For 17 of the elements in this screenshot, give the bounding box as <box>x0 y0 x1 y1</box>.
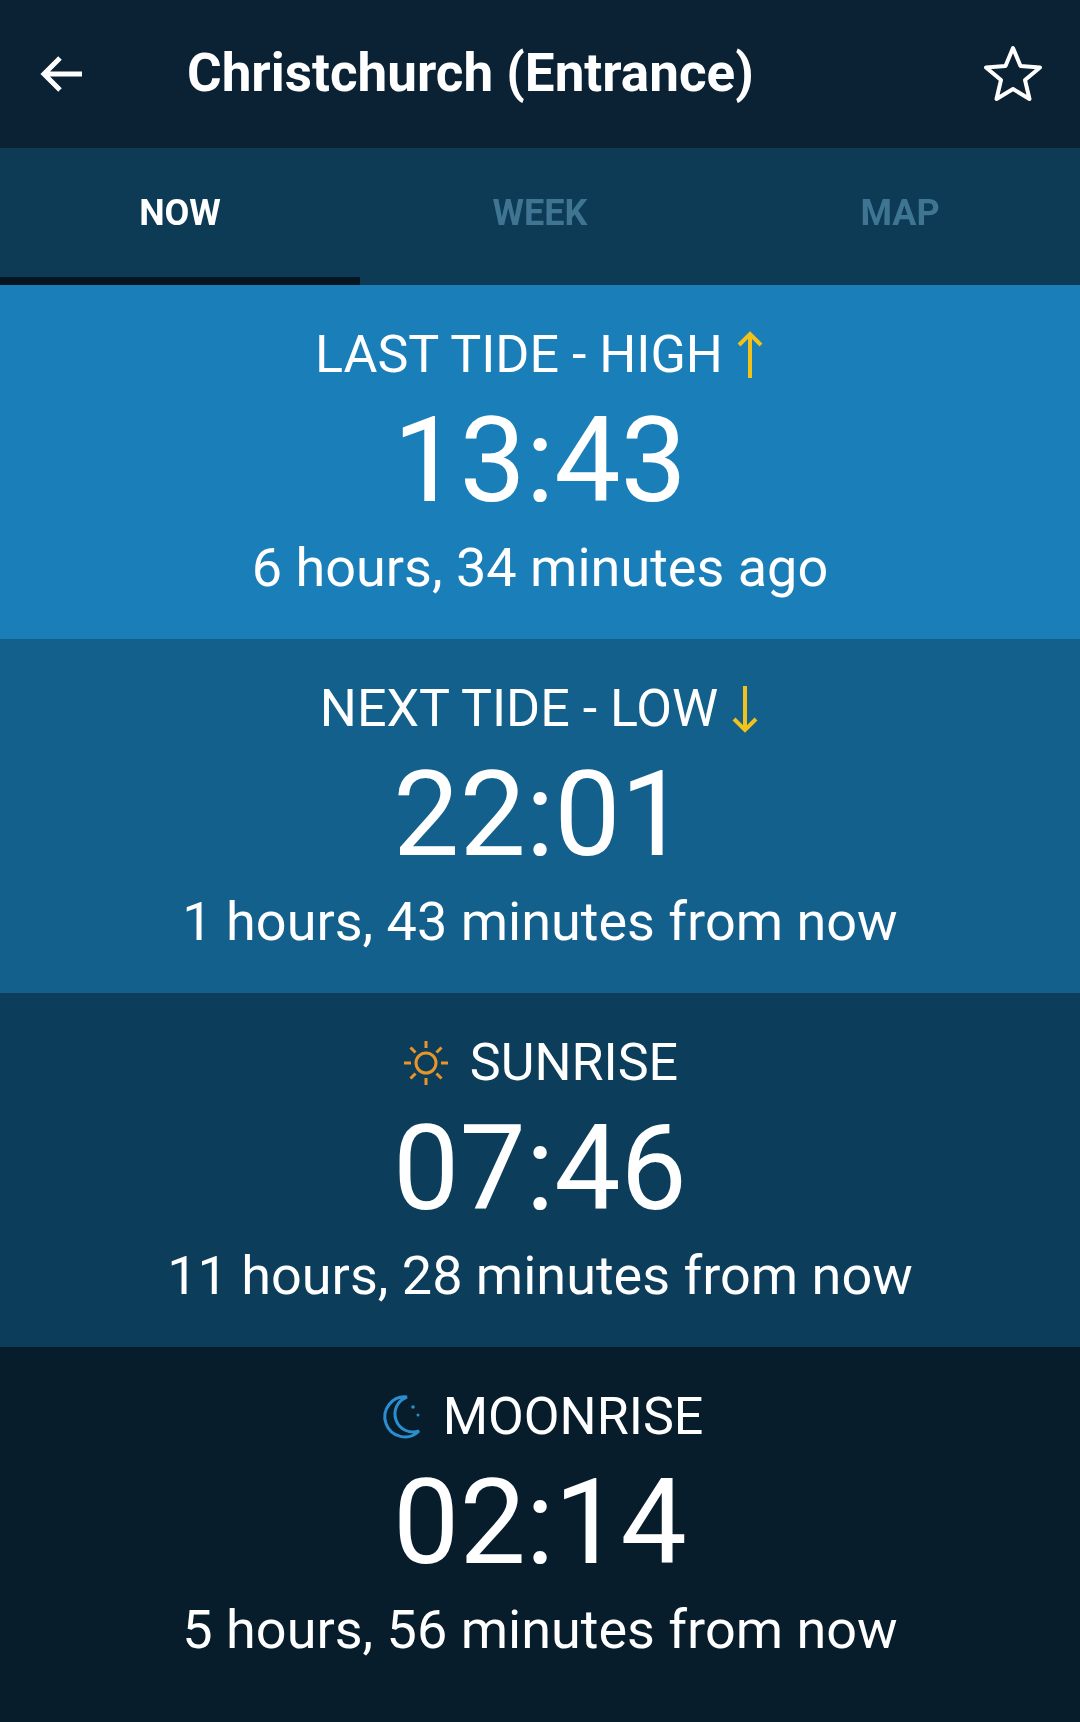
event-label: NEXT TIDE - LOW <box>319 677 719 741</box>
event-label: LAST TIDE - HIGH <box>315 323 723 387</box>
tab[interactable]: WEEK <box>360 148 720 285</box>
sun-icon <box>401 1039 450 1087</box>
relative-time: 1 hours, 43 minutes from now <box>182 889 898 955</box>
event-label: MOONRISE <box>442 1385 704 1449</box>
star-icon <box>982 44 1044 104</box>
relative-time: 11 hours, 28 minutes from now <box>167 1243 913 1309</box>
tab[interactable]: MAP <box>720 148 1080 285</box>
relative-time: 6 hours, 34 minutes ago <box>251 535 829 601</box>
screen-title: Christchurch (Entrance) <box>187 41 755 107</box>
relative-time: 5 hours, 56 minutes from now <box>182 1597 898 1663</box>
event-time: 07:46 <box>393 1099 687 1239</box>
event-time: 13:43 <box>393 391 687 531</box>
event-time: 02:14 <box>393 1453 687 1593</box>
event-label: SUNRISE <box>469 1031 679 1095</box>
event-time: 22:01 <box>393 745 687 885</box>
